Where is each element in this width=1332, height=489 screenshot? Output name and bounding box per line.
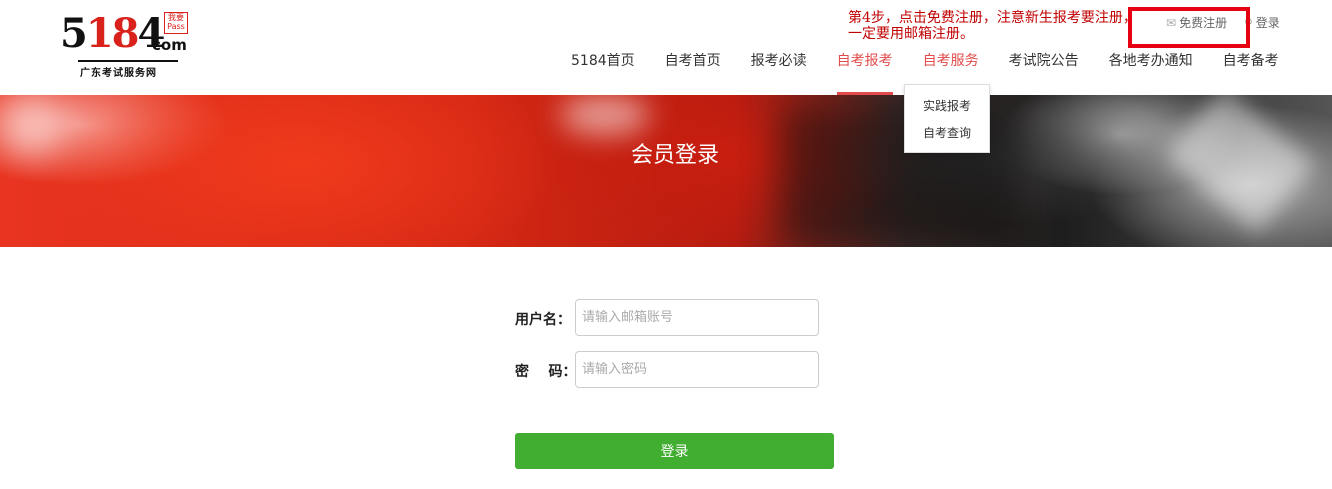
logo-slogan: 广东考试服务网 [80,68,157,79]
login-link-label: 登录 [1255,16,1280,30]
logo-digits: 5184 [60,10,165,57]
logo-digits-18: 18 [85,10,140,57]
tutorial-annotation: 第4步，点击免费注册，注意新生报考要注册，一定要用邮箱注册。 [848,10,1137,42]
login-banner: 会员登录 [0,95,1332,247]
service-dropdown-menu: 实践报考 自考查询 [904,84,990,153]
register-highlight-box [1128,7,1250,48]
nav-item-exam-prep[interactable]: 自考备考 [1223,52,1279,95]
logo-domain: com [152,36,187,54]
nav-item-registration-guide[interactable]: 报考必读 [751,52,807,95]
banner-highlight-center [560,95,650,135]
nav-item-5184-home[interactable]: 5184首页 [571,52,635,95]
username-input[interactable] [575,299,819,336]
password-label: 密 码： [515,364,577,380]
dropdown-item-practice-registration[interactable]: 实践报考 [905,97,989,124]
login-submit-button[interactable]: 登录 [515,433,834,469]
page-title: 会员登录 [630,143,719,168]
nav-item-zikao-registration[interactable]: 自考报考 [836,52,893,95]
password-input[interactable] [575,351,819,388]
nav-item-exam-announcements[interactable]: 考试院公告 [1009,52,1079,95]
site-header: 5184 com 我要Pass 广东考试服务网 第4步，点击免费注册，注意新生报… [0,0,1332,95]
nav-item-zikao-home[interactable]: 自考首页 [665,52,721,95]
dropdown-item-zikao-query[interactable]: 自考查询 [905,124,989,151]
site-logo[interactable]: 5184 com 我要Pass 广东考试服务网 [60,8,190,79]
logo-underline [78,60,178,62]
logo-stamp: 我要Pass [164,12,188,34]
logo-digit-5: 5 [60,10,88,57]
username-label: 用户名： [515,312,571,328]
nav-item-local-notices[interactable]: 各地考办通知 [1109,52,1193,95]
